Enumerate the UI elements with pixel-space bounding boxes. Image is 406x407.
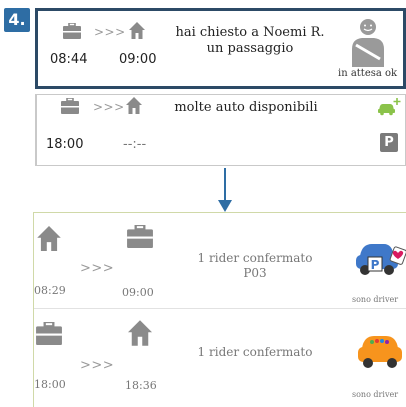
ride-row[interactable]: >>> 18:00 18:36 1 rider confermato sono … bbox=[34, 310, 406, 406]
passenger-waiting-icon bbox=[352, 19, 384, 67]
direction-arrows: >>> bbox=[80, 358, 115, 373]
orange-car-icon bbox=[358, 336, 402, 368]
arrive-time: --:-- bbox=[123, 137, 147, 152]
arrive-time: 09:00 bbox=[119, 52, 157, 67]
pending-request-card[interactable]: >>> 08:44 09:00 hai chiesto a Noemi R. u… bbox=[35, 8, 406, 89]
direction-arrows: >>> bbox=[94, 25, 126, 39]
briefcase-icon bbox=[127, 225, 153, 248]
ride-row[interactable]: >>> 08:29 09:00 1 rider confermato P03 P… bbox=[34, 213, 406, 309]
depart-time: 18:00 bbox=[34, 378, 66, 391]
status-label: in attesa ok bbox=[338, 68, 398, 79]
parking-letter: P bbox=[371, 258, 380, 272]
arrive-time: 18:36 bbox=[125, 379, 157, 392]
home-icon bbox=[128, 320, 152, 346]
home-icon bbox=[37, 226, 61, 251]
arrive-time: 09:00 bbox=[122, 286, 154, 299]
direction-arrows: >>> bbox=[93, 100, 125, 114]
step-badge: 4. bbox=[4, 8, 30, 32]
home-icon bbox=[129, 22, 145, 39]
ride-message-line1: 1 rider confermato bbox=[197, 345, 313, 359]
down-arrow-icon bbox=[218, 168, 232, 212]
request-message-line1: hai chiesto a Noemi R. bbox=[175, 25, 325, 40]
ride-message: 1 rider confermato bbox=[180, 345, 330, 360]
depart-time: 08:44 bbox=[50, 52, 88, 67]
blue-car-parking-heart-icon: P bbox=[356, 244, 406, 275]
home-icon bbox=[126, 97, 142, 114]
ride-message: 1 rider confermato P03 bbox=[180, 251, 330, 281]
ride-message-line1: 1 rider confermato bbox=[197, 251, 313, 265]
request-message: hai chiesto a Noemi R. un passaggio bbox=[166, 25, 334, 57]
direction-arrows: >>> bbox=[80, 261, 115, 276]
depart-time: 18:00 bbox=[46, 137, 84, 152]
parking-icon[interactable]: P bbox=[380, 133, 398, 152]
briefcase-icon bbox=[61, 98, 79, 114]
availability-message: molte auto disponibili bbox=[174, 100, 318, 115]
driver-label: sono driver bbox=[352, 390, 399, 399]
briefcase-icon bbox=[36, 322, 62, 345]
depart-time: 08:29 bbox=[34, 284, 66, 297]
request-message-line2: un passaggio bbox=[206, 41, 294, 56]
confirmed-rides-list: >>> 08:29 09:00 1 rider confermato P03 P… bbox=[33, 212, 406, 407]
add-car-icon[interactable] bbox=[377, 98, 401, 116]
open-request-card[interactable]: >>> molte auto disponibili 18:00 --:-- P bbox=[35, 94, 406, 166]
briefcase-icon bbox=[63, 23, 81, 39]
driver-label: sono driver bbox=[352, 295, 399, 304]
ride-message-line2: P03 bbox=[243, 266, 267, 280]
